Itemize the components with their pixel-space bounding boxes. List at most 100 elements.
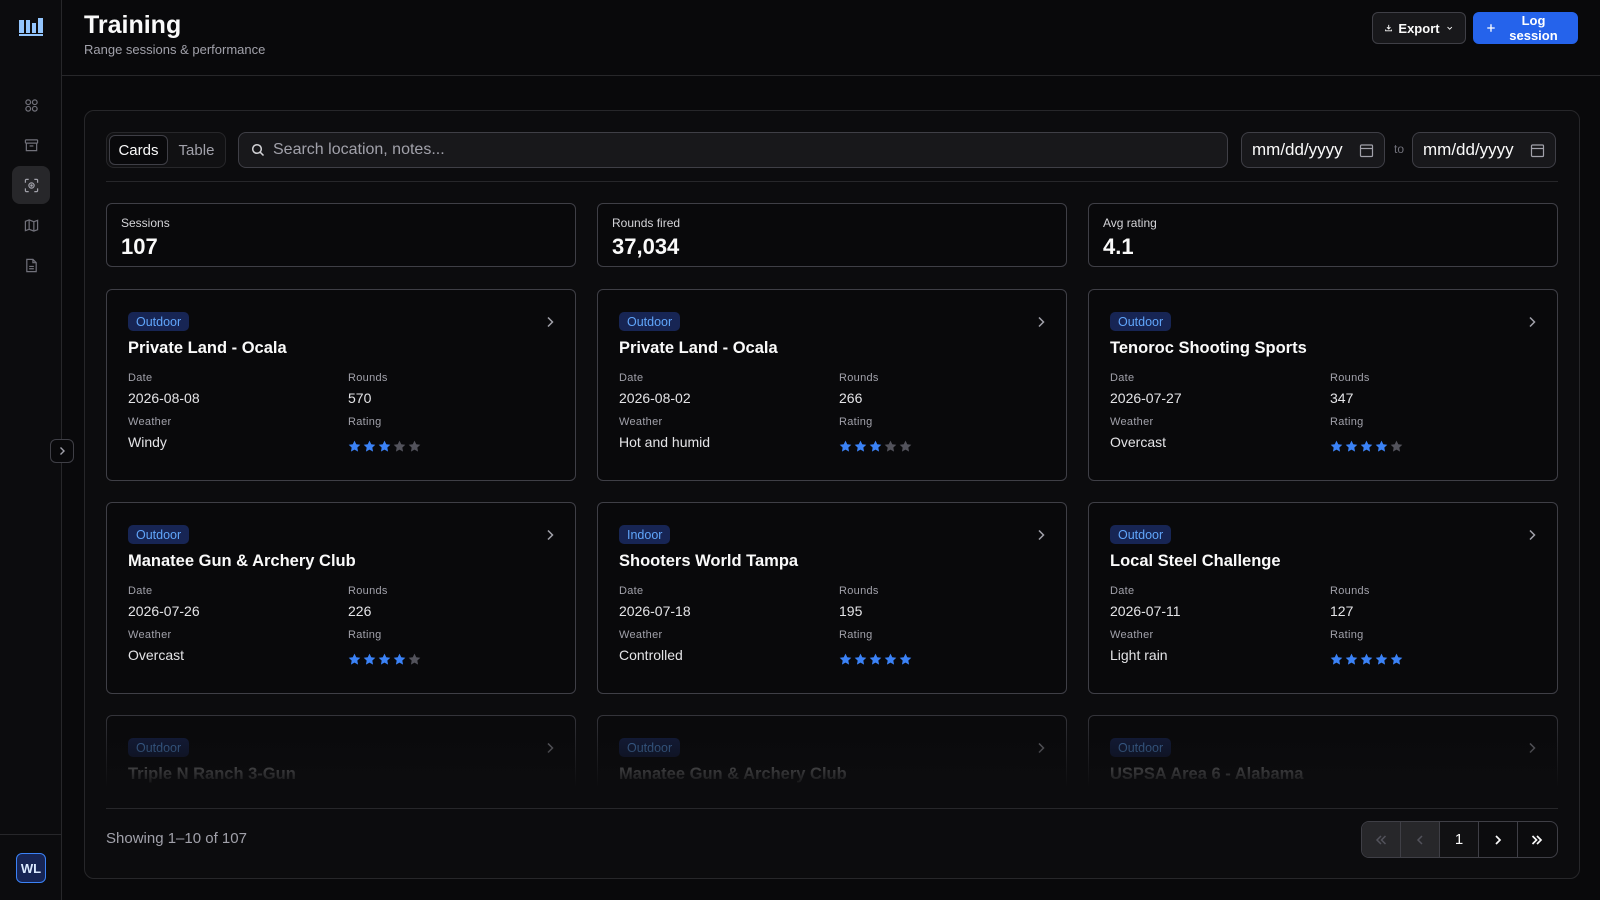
star-empty-icon xyxy=(1390,440,1403,452)
date-to-input[interactable]: mm/dd/yyyy xyxy=(1412,132,1556,168)
session-location: Local Steel Challenge xyxy=(1110,552,1281,570)
session-type-badge: Outdoor xyxy=(128,312,190,331)
star-empty-icon xyxy=(408,653,421,665)
chevron-down-icon xyxy=(1446,26,1452,30)
chevron-right-icon[interactable] xyxy=(1525,315,1539,329)
prev-page-button[interactable] xyxy=(1401,822,1440,857)
chevron-right-icon[interactable] xyxy=(1034,741,1048,755)
stat-label: Sessions xyxy=(121,216,170,230)
log-session-button[interactable]: Log session xyxy=(1473,12,1578,44)
date-from-placeholder: mm/dd/yyyy xyxy=(1252,140,1343,159)
chevron-right-icon[interactable] xyxy=(1034,315,1048,329)
session-date: 2026-07-18 xyxy=(619,603,691,619)
weather-label: Weather xyxy=(1110,629,1154,641)
rating-label: Rating xyxy=(839,629,873,641)
session-date: 2026-08-02 xyxy=(619,390,691,406)
session-card[interactable]: Outdoor Triple N Ranch 3-Gun xyxy=(106,715,576,787)
rounds-label: Rounds xyxy=(1330,585,1370,597)
session-card[interactable]: Outdoor Manatee Gun & Archery Club Date 202… xyxy=(106,502,576,694)
search-input[interactable] xyxy=(273,141,1227,159)
last-page-button[interactable] xyxy=(1518,822,1557,857)
pagination-summary: Showing 1–10 of 107 xyxy=(106,830,247,847)
session-type-badge: Indoor xyxy=(619,525,671,544)
chevron-right-icon[interactable] xyxy=(543,741,557,755)
view-cards-button[interactable]: Cards xyxy=(109,135,168,165)
session-weather: Windy xyxy=(128,434,167,450)
session-type-badge: Outdoor xyxy=(619,312,681,331)
session-rounds: 347 xyxy=(1330,390,1354,406)
view-toggle: Cards Table xyxy=(106,132,226,168)
nav-map[interactable] xyxy=(12,206,50,244)
session-location: Tenoroc Shooting Sports xyxy=(1110,339,1307,357)
rating-stars xyxy=(348,653,421,666)
chevron-right-icon[interactable] xyxy=(1034,528,1048,542)
calendar-icon[interactable] xyxy=(1359,143,1374,158)
session-date: 2026-07-27 xyxy=(1110,390,1182,406)
rating-label: Rating xyxy=(1330,629,1364,641)
session-location: Private Land - Ocala xyxy=(128,339,287,357)
view-table-button[interactable]: Table xyxy=(170,135,223,165)
date-label: Date xyxy=(1110,585,1135,597)
session-type-badge: Outdoor xyxy=(128,738,190,757)
calendar-icon[interactable] xyxy=(1530,143,1545,158)
nav-inventory[interactable] xyxy=(12,126,50,164)
target-icon xyxy=(24,178,38,192)
session-card[interactable]: Outdoor USPSA Area 6 - Alabama xyxy=(1088,715,1558,787)
star-filled-icon xyxy=(854,440,867,452)
session-card[interactable]: Outdoor Manatee Gun & Archery Club xyxy=(597,715,1067,787)
stat-label: Rounds fired xyxy=(612,216,681,230)
star-empty-icon xyxy=(393,440,406,452)
map-icon xyxy=(24,218,38,232)
page-number-button[interactable]: 1 xyxy=(1440,822,1479,857)
nav-training[interactable] xyxy=(12,166,50,204)
star-filled-icon xyxy=(363,653,376,665)
chevron-right-icon[interactable] xyxy=(543,315,557,329)
weather-label: Weather xyxy=(128,416,172,428)
session-rounds: 570 xyxy=(348,390,372,406)
star-filled-icon xyxy=(869,440,882,452)
rating-stars xyxy=(1330,440,1403,453)
sidebar-footer: WL xyxy=(0,834,62,900)
rounds-label: Rounds xyxy=(839,585,879,597)
rounds-label: Rounds xyxy=(1330,372,1370,384)
session-card[interactable]: Outdoor Local Steel Challenge Date 2026-07-… xyxy=(1088,502,1558,694)
star-filled-icon xyxy=(1360,653,1373,665)
app-logo[interactable] xyxy=(19,17,43,37)
session-rounds: 127 xyxy=(1330,603,1354,619)
session-card[interactable]: Outdoor Tenoroc Shooting Sports Date 2026-0… xyxy=(1088,289,1558,481)
rating-label: Rating xyxy=(839,416,873,428)
star-empty-icon xyxy=(884,440,897,452)
chevron-left-icon xyxy=(1416,834,1423,845)
user-avatar[interactable]: WL xyxy=(16,853,46,883)
sidebar-expand-button[interactable] xyxy=(50,439,74,463)
search-icon xyxy=(251,143,265,157)
first-page-button[interactable] xyxy=(1362,822,1401,857)
document-icon xyxy=(25,258,37,272)
date-label: Date xyxy=(128,372,153,384)
date-from-input[interactable]: mm/dd/yyyy xyxy=(1241,132,1385,168)
search-box xyxy=(238,132,1228,168)
archive-icon xyxy=(24,138,38,151)
session-card[interactable]: Outdoor Private Land - Ocala Date 2026-08-0… xyxy=(106,289,576,481)
nav-documents[interactable] xyxy=(12,246,50,284)
star-filled-icon xyxy=(1360,440,1373,452)
session-date: 2026-07-26 xyxy=(128,603,200,619)
star-filled-icon xyxy=(393,653,406,665)
toolbar-divider xyxy=(106,181,1558,182)
stat-label: Avg rating xyxy=(1103,216,1157,230)
session-weather: Light rain xyxy=(1110,647,1168,663)
date-label: Date xyxy=(1110,372,1135,384)
rounds-label: Rounds xyxy=(839,372,879,384)
chevron-right-icon[interactable] xyxy=(1525,741,1539,755)
stat-value: 107 xyxy=(121,234,158,259)
session-card[interactable]: Indoor Shooters World Tampa Date 2026-07-18… xyxy=(597,502,1067,694)
nav-dashboard[interactable] xyxy=(12,86,50,124)
star-filled-icon xyxy=(1345,653,1358,665)
chevrons-left-icon xyxy=(1375,834,1387,845)
next-page-button[interactable] xyxy=(1479,822,1518,857)
chevron-right-icon[interactable] xyxy=(543,528,557,542)
session-card[interactable]: Outdoor Private Land - Ocala Date 2026-08-0… xyxy=(597,289,1067,481)
chevron-right-icon[interactable] xyxy=(1525,528,1539,542)
export-button[interactable]: Export xyxy=(1372,12,1466,44)
export-label: Export xyxy=(1398,20,1440,36)
